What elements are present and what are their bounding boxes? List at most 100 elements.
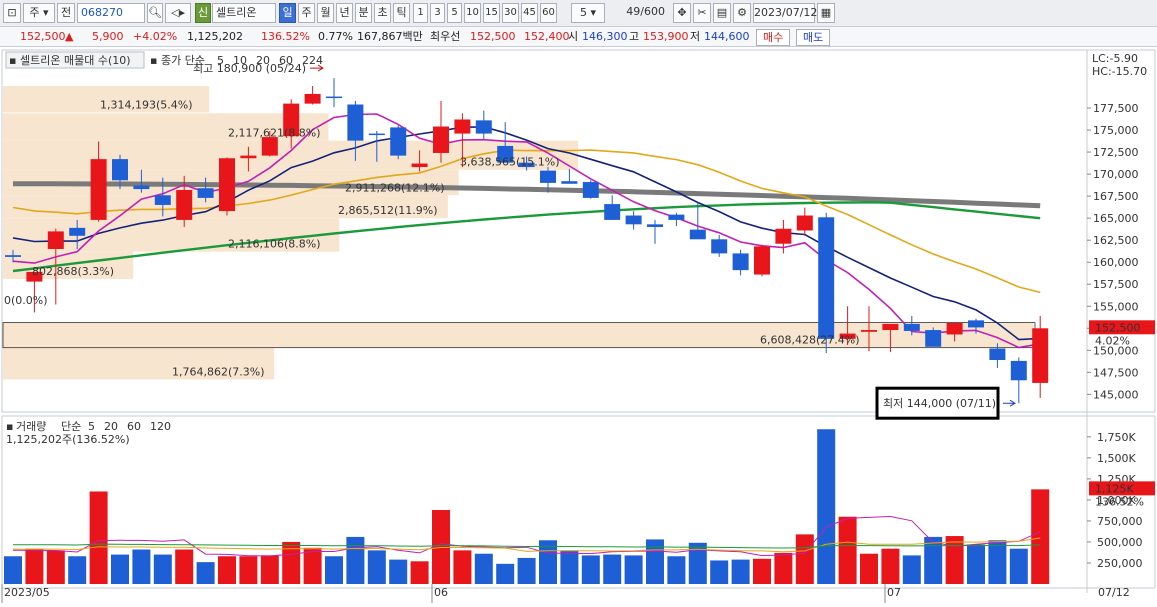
price-tick-label-1: 175,000 bbox=[1093, 124, 1139, 137]
tab-period-1[interactable]: 주 bbox=[298, 3, 315, 23]
tab-period-0[interactable]: 일 bbox=[279, 3, 296, 23]
volume-last-pct: 136.52% bbox=[1095, 495, 1144, 508]
interval-button-15[interactable]: 15 bbox=[483, 3, 500, 23]
price-tick-label-13: 145,000 bbox=[1093, 388, 1139, 401]
candle-body-7 bbox=[154, 195, 171, 205]
volume-tick-label-5: 500,000 bbox=[1097, 536, 1143, 549]
tools-icon[interactable]: ✂ bbox=[693, 3, 711, 23]
volume-bar-43 bbox=[924, 536, 943, 584]
candle-body-10 bbox=[219, 158, 235, 212]
candle-body-43 bbox=[925, 330, 942, 347]
volume-bar-27 bbox=[581, 555, 600, 584]
candle-body-45 bbox=[968, 320, 984, 328]
candle-body-36 bbox=[775, 228, 792, 244]
candle-body-4 bbox=[90, 159, 107, 220]
volume-bar-34 bbox=[731, 559, 750, 584]
stock-name-field[interactable]: 셀트리온 bbox=[212, 3, 276, 23]
market-select[interactable]: 주 ▾ bbox=[23, 3, 55, 23]
volume-bar-40 bbox=[860, 553, 878, 584]
toolbar: ⊡ 주 ▾ 전 068270 🔍︎ ◁▸ 신 셀트리온 5 ▾ 49/600 ✥… bbox=[0, 0, 1157, 27]
crosshair-icon[interactable]: ✥ bbox=[673, 3, 691, 23]
bid-price: 152,400 bbox=[524, 30, 570, 43]
search-icon[interactable]: 🔍︎ bbox=[147, 3, 163, 23]
price-tick-label-7: 160,000 bbox=[1093, 256, 1139, 269]
interval-button-3[interactable]: 3 bbox=[430, 3, 445, 23]
volume-bar-6 bbox=[132, 549, 151, 584]
interval-button-5[interactable]: 5 bbox=[447, 3, 462, 23]
volume-bar-46 bbox=[988, 540, 1007, 584]
price-tick-label-4: 167,500 bbox=[1093, 190, 1139, 203]
interval-button-30[interactable]: 30 bbox=[502, 3, 519, 23]
stock-code-input[interactable]: 068270 bbox=[77, 3, 145, 23]
candle-body-41 bbox=[882, 323, 899, 331]
volume-legend-20: 20 bbox=[104, 420, 118, 433]
volume-bar-26 bbox=[560, 550, 579, 584]
low-marker-arrow bbox=[1003, 399, 1016, 407]
prev-button[interactable]: 전 bbox=[57, 3, 75, 23]
open-price: 146,300 bbox=[582, 30, 628, 43]
speaker-icon[interactable]: ◁▸ bbox=[165, 3, 191, 23]
ma-legend-60: 60 bbox=[279, 54, 293, 67]
tab-period-3[interactable]: 년 bbox=[336, 3, 353, 23]
candle-body-37 bbox=[796, 215, 813, 231]
ma-legend-224: 224 bbox=[302, 54, 323, 67]
tab-period-6[interactable]: 틱 bbox=[393, 3, 410, 23]
candle-body-34 bbox=[732, 253, 749, 271]
price-tick-label-5: 165,000 bbox=[1093, 212, 1139, 225]
current-price: 152,500 bbox=[20, 30, 66, 43]
candle-body-11 bbox=[240, 155, 257, 159]
gear-icon[interactable]: ⚙ bbox=[733, 3, 751, 23]
buy-button[interactable]: 매수 bbox=[756, 29, 791, 46]
candle-body-35 bbox=[754, 246, 770, 275]
ask-price: 152,500 bbox=[470, 30, 516, 43]
candle-body-12 bbox=[261, 137, 278, 156]
volume-bar-35 bbox=[753, 558, 771, 584]
interval-button-1[interactable]: 1 bbox=[413, 3, 428, 23]
candle-body-8 bbox=[176, 189, 193, 220]
volume-bar-0 bbox=[4, 556, 22, 584]
count-display: 49/600 bbox=[626, 5, 665, 18]
volume-bar-28 bbox=[603, 554, 622, 584]
volume-bar-8 bbox=[175, 549, 194, 584]
volume-profile-label-3: 2,911,268(12.1%) bbox=[345, 181, 445, 194]
candle-body-38 bbox=[818, 217, 835, 339]
candle-body-33 bbox=[711, 239, 728, 254]
trade-amount: 167,867백만 bbox=[357, 30, 423, 43]
volume-bar-4 bbox=[89, 491, 108, 584]
sell-button[interactable]: 매도 bbox=[796, 29, 831, 46]
low-marker-label: 최저 144,000 (07/11) bbox=[883, 397, 996, 410]
x-axis-label-0: 2023/05 bbox=[4, 586, 50, 599]
tab-period-4[interactable]: 분 bbox=[355, 3, 372, 23]
credit-badge: 신 bbox=[195, 3, 211, 23]
chart-area[interactable]: 1,314,193(5.4%) 2,117,621(8.8%) 3,638,565(… bbox=[0, 48, 1157, 607]
candle-body-16 bbox=[347, 104, 364, 141]
window-menu-icon[interactable]: ⊡ bbox=[3, 3, 21, 23]
interval-button-10[interactable]: 10 bbox=[464, 3, 481, 23]
candle-body-42 bbox=[903, 323, 920, 331]
legend-square-icon: ▪ bbox=[9, 54, 16, 67]
candle-body-6 bbox=[133, 185, 150, 190]
calendar-icon[interactable]: ▦ bbox=[817, 3, 835, 23]
save-icon[interactable]: ▤ bbox=[713, 3, 731, 23]
volume-bar-45 bbox=[967, 544, 985, 584]
tab-period-2[interactable]: 월 bbox=[317, 3, 334, 23]
candle-body-27 bbox=[582, 182, 599, 198]
candle-body-46 bbox=[989, 348, 1006, 361]
candle-body-18 bbox=[390, 127, 407, 156]
candlestick-chart[interactable]: 1,314,193(5.4%) 2,117,621(8.8%) 3,638,565(… bbox=[0, 48, 1157, 607]
turnover-pct: 0.77% bbox=[318, 30, 353, 43]
interval-select[interactable]: 5 ▾ bbox=[571, 3, 605, 23]
volume-bar-3 bbox=[68, 556, 87, 584]
volume-bar-21 bbox=[453, 550, 472, 584]
up-arrow-icon: ▲ bbox=[65, 30, 74, 43]
date-field[interactable]: 2023/07/12 bbox=[753, 3, 817, 23]
candle-body-32 bbox=[689, 229, 706, 240]
interval-button-60[interactable]: 60 bbox=[540, 3, 557, 23]
volume-profile-label-1: 2,117,621(8.8%) bbox=[228, 127, 321, 140]
volume-profile-label-6: 802,868(3.3%) bbox=[32, 265, 114, 278]
tab-period-5[interactable]: 초 bbox=[374, 3, 391, 23]
candle-body-14 bbox=[304, 93, 321, 104]
price-tick-label-12: 147,500 bbox=[1093, 366, 1139, 379]
volume-profile-label-4: 2,865,512(11.9%) bbox=[338, 204, 438, 217]
interval-button-45[interactable]: 45 bbox=[521, 3, 538, 23]
